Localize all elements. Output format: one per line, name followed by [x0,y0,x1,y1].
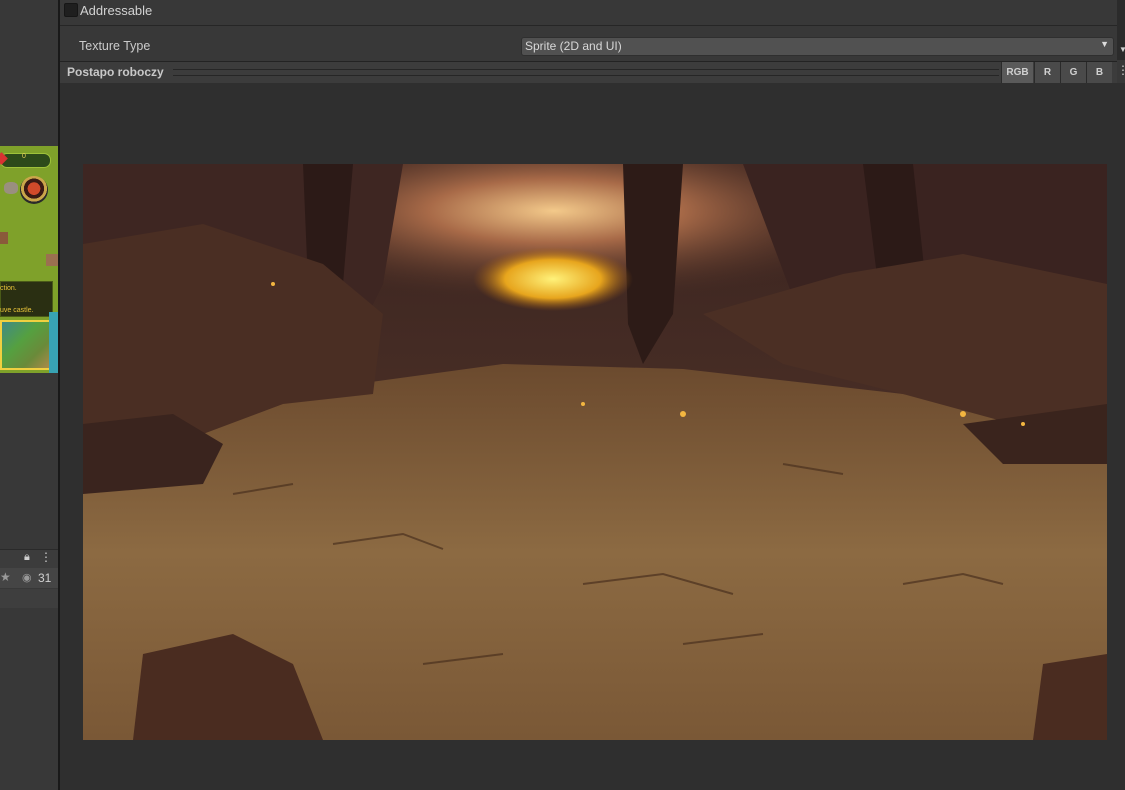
channel-rgb-button[interactable]: RGB [1001,62,1033,83]
house-icon [0,232,8,244]
thumb-text-1: ction. [0,285,17,292]
addressable-checkbox[interactable] [64,3,78,17]
medal-icon [20,176,48,204]
preview-header[interactable]: Postapo roboczy RGB R G B [60,61,1117,84]
scroll-down-icon[interactable]: ▼ [1119,45,1125,54]
texture-type-label: Texture Type [79,39,151,53]
thumb-counter: 0 [22,153,26,160]
separator [60,25,1117,26]
visible-count: 31 [38,571,52,585]
kebab-menu-icon[interactable]: ⋮ [40,550,52,564]
lock-icon[interactable]: 🔒︎ [24,551,34,564]
cart-icon [46,254,58,266]
addressable-label: Addressable [80,3,153,18]
channel-r-button[interactable]: R [1034,62,1060,83]
texture-type-value: Sprite (2D and UI) [525,39,622,53]
sprite-preview-image [83,164,1107,740]
resize-grip[interactable] [173,69,999,76]
preview-title: Postapo roboczy [67,65,164,79]
texture-type-dropdown[interactable]: Sprite (2D and UI) ▼ [521,37,1114,56]
thumb-text-2: uve castle. [0,307,34,314]
project-panel [0,0,58,790]
star-icon[interactable]: ★ [0,570,11,584]
map-thumbnail [0,320,53,370]
asset-thumbnail[interactable]: 0 ction. uve castle. [0,146,59,373]
chevron-down-icon: ▼ [1100,39,1109,49]
rock-icon [4,182,18,194]
eye-icon[interactable]: ◉ [22,571,32,584]
panel-row-2 [0,589,58,608]
channel-b-button[interactable]: B [1086,62,1112,83]
kebab-icon[interactable]: ⋮ [1117,63,1125,77]
sea-strip [49,312,58,373]
channel-g-button[interactable]: G [1060,62,1086,83]
